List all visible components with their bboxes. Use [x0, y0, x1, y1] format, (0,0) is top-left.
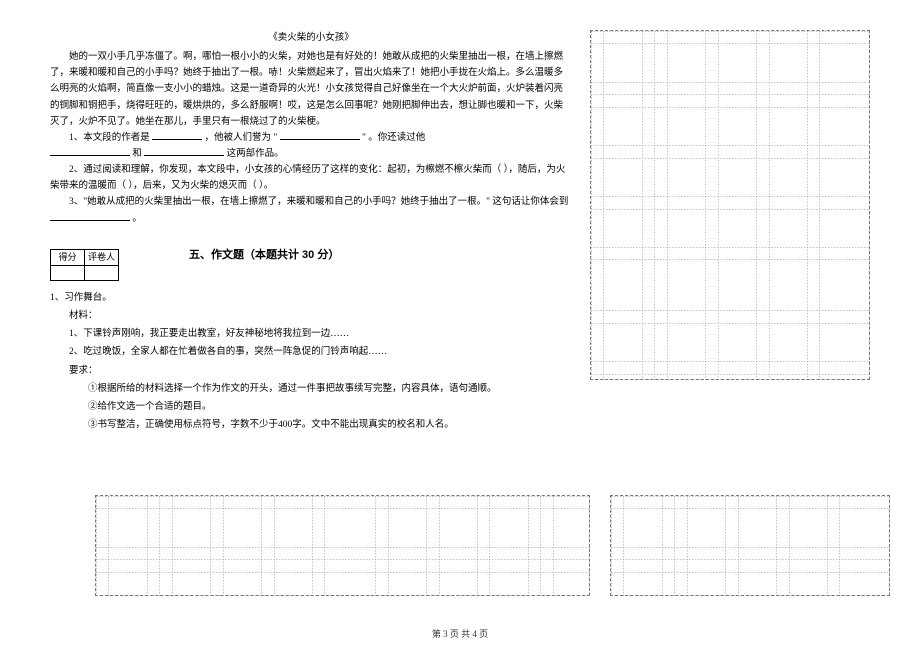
- material-label: 材料：: [50, 308, 572, 324]
- score-header-marker: 评卷人: [85, 249, 119, 265]
- writing-grid-right[interactable]: [590, 30, 870, 380]
- writing-grid-bottom-left[interactable]: [95, 495, 590, 596]
- q1-text-b: ，他被人们誉为 ": [205, 133, 278, 143]
- score-cell-marker[interactable]: [85, 265, 119, 280]
- essay-q1: 1、习作舞台。: [50, 290, 572, 306]
- q1-text-and: 和: [132, 149, 142, 159]
- requirement-2: ②给作文选一个合适的题目。: [69, 399, 572, 415]
- writing-grid-bottom-right[interactable]: [610, 495, 890, 596]
- section-5-title: 五、作文题（本题共计 30 分）: [189, 246, 339, 265]
- question-1: 1、本文段的作者是 ，他被人们誉为 " " 。你还读过他 和 这两部作品。: [50, 130, 572, 162]
- q3-text-b: 。: [132, 214, 142, 224]
- q1-text-d: 这两部作品。: [227, 149, 284, 159]
- q3-text-a: 3、"她敢从成把的火柴里抽出一根，在墙上擦燃了，来暖和暖和自己的小手吗？她终于抽…: [69, 197, 568, 207]
- blank-author[interactable]: [152, 131, 202, 140]
- q1-text-c: " 。你还读过他: [362, 133, 425, 143]
- section-5-header: 得分 评卷人 五、作文题（本题共计 30 分）: [50, 227, 572, 285]
- material-1: 1、下课铃声刚响，我正要走出教室，好友神秘地将我拉到一边……: [50, 326, 572, 342]
- requirement-1: ①根据所给的材料选择一个作为作文的开头，通过一件事把故事续写完整，内容具体，语句…: [69, 381, 572, 397]
- passage-title: 《卖火柴的小女孩》: [50, 30, 572, 46]
- blank-feeling[interactable]: [50, 212, 130, 221]
- score-cell-score[interactable]: [51, 265, 85, 280]
- passage-body: 她的一双小手几乎冻僵了。啊，哪怕一根小小的火柴，对她也是有好处的！她敢从成把的火…: [50, 49, 572, 130]
- requirement-label: 要求：: [50, 363, 572, 379]
- page-content: 《卖火柴的小女孩》 她的一双小手几乎冻僵了。啊，哪怕一根小小的火柴，对她也是有好…: [0, 0, 920, 433]
- q1-text-a: 1、本文段的作者是: [69, 133, 150, 143]
- question-3: 3、"她敢从成把的火柴里抽出一根，在墙上擦燃了，来暖和暖和自己的小手吗？她终于抽…: [50, 194, 572, 226]
- question-2: 2、通过阅读和理解，你发现，本文段中，小女孩的心情经历了这样的变化：起初，为檫燃…: [50, 162, 572, 194]
- material-2: 2、吃过晚饭，全家人都在忙着做各自的事，突然一阵急促的门铃声响起……: [50, 344, 572, 360]
- score-header-score: 得分: [51, 249, 85, 265]
- score-table: 得分 评卷人: [50, 249, 119, 281]
- blank-work2[interactable]: [144, 147, 224, 156]
- requirement-3: ③书写整洁，正确使用标点符号，字数不少于400字。文中不能出现真实的校名和人名。: [69, 417, 572, 433]
- page-footer: 第 3 页 共 4 页: [0, 627, 920, 640]
- blank-honor[interactable]: [280, 131, 360, 140]
- left-column: 《卖火柴的小女孩》 她的一双小手几乎冻僵了。啊，哪怕一根小小的火柴，对她也是有好…: [0, 0, 590, 433]
- blank-work1[interactable]: [50, 147, 130, 156]
- right-column: [590, 0, 920, 433]
